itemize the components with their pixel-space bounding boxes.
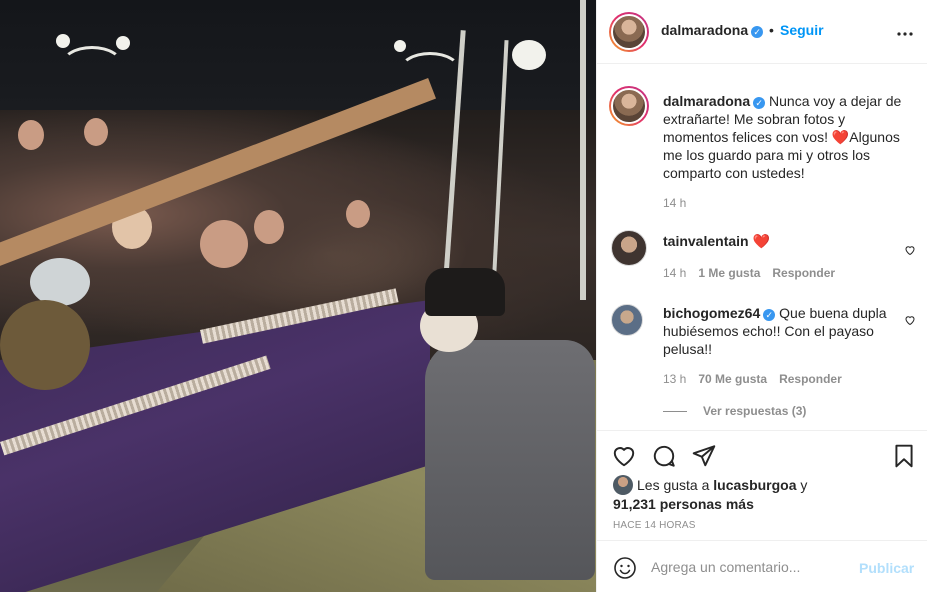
- author-name-wrap: dalmaradona ✓: [661, 22, 764, 40]
- photo-face: [84, 118, 108, 146]
- liker-avatar[interactable]: [613, 475, 633, 495]
- follow-button[interactable]: Seguir: [780, 22, 824, 38]
- comment-likes[interactable]: 70 Me gusta: [698, 372, 767, 386]
- verified-icon: ✓: [763, 309, 776, 321]
- caption: dalmaradona ✓ Nunca voy a dejar de extrañ…: [663, 92, 913, 182]
- separator-dot: •: [769, 22, 774, 38]
- heart-icon[interactable]: [611, 443, 637, 469]
- photo-clown-hat: [425, 268, 505, 316]
- replies-line: [663, 411, 687, 413]
- comment-meta: 14 h 1 Me gusta Responder: [663, 266, 835, 280]
- likes-count[interactable]: 91,231 personas más: [613, 496, 754, 512]
- photo-light: [116, 36, 130, 50]
- likes-prefix: Les gusta a: [637, 477, 710, 493]
- post-photo[interactable]: [0, 0, 596, 592]
- more-horizontal-icon[interactable]: [897, 20, 913, 41]
- photo-arc: [60, 46, 124, 86]
- comment-username[interactable]: bichogomez64: [663, 305, 760, 321]
- post-time-ago[interactable]: HACE 14 HORAS: [613, 520, 696, 531]
- publish-button[interactable]: Publicar: [859, 560, 914, 576]
- view-replies-button[interactable]: Ver respuestas (3): [663, 404, 806, 418]
- likes-connector: y: [800, 477, 808, 493]
- bookmark-icon[interactable]: [891, 443, 917, 469]
- comment-time[interactable]: 14 h: [663, 266, 686, 280]
- likes-summary: Les gusta a lucasburgoa y 91,231 persona…: [613, 475, 807, 513]
- verified-icon: ✓: [753, 97, 766, 109]
- comment-avatar[interactable]: [611, 304, 643, 336]
- photo-light: [56, 34, 70, 48]
- comment-username[interactable]: tainvalentain: [663, 233, 749, 249]
- photo-clown-body: [425, 340, 595, 580]
- heart-icon[interactable]: [904, 314, 916, 326]
- post-side-panel: dalmaradona ✓ • Seguir dalmaradona ✓ Nunca…: [596, 0, 927, 592]
- reply-button[interactable]: Responder: [779, 372, 842, 386]
- emoji-icon[interactable]: [613, 556, 637, 580]
- share-icon[interactable]: [691, 443, 717, 469]
- author-avatar[interactable]: [609, 12, 649, 52]
- comment-input[interactable]: [651, 555, 851, 579]
- photo-face: [254, 210, 284, 244]
- comment-text: ❤️: [752, 233, 770, 249]
- author-username[interactable]: dalmaradona: [661, 22, 748, 38]
- photo-light: [394, 40, 406, 52]
- photo-light: [512, 40, 546, 70]
- verified-icon: ✓: [751, 26, 764, 38]
- photo-face: [346, 200, 370, 228]
- comment-meta: 13 h 70 Me gusta Responder: [663, 372, 842, 386]
- reply-button[interactable]: Responder: [772, 266, 835, 280]
- post-actions: Les gusta a lucasburgoa y 91,231 persona…: [597, 430, 927, 540]
- add-comment-bar: Publicar: [597, 540, 927, 592]
- caption-username[interactable]: dalmaradona: [663, 93, 750, 109]
- heart-icon[interactable]: [904, 244, 916, 256]
- comment-icon[interactable]: [651, 443, 677, 469]
- comment-item: bichogomez64 ✓ Que buena dupla hubiésemos…: [663, 304, 913, 358]
- caption-avatar[interactable]: [609, 86, 649, 126]
- comment-time[interactable]: 13 h: [663, 372, 686, 386]
- post-header: dalmaradona ✓ • Seguir: [597, 0, 927, 64]
- photo-face: [30, 258, 90, 306]
- photo-face: [18, 120, 44, 150]
- photo-face: [200, 220, 248, 268]
- comment-likes[interactable]: 1 Me gusta: [698, 266, 760, 280]
- photo-face: [0, 300, 90, 390]
- photo-pole: [580, 0, 586, 300]
- caption-time[interactable]: 14 h: [663, 196, 686, 210]
- comment-avatar[interactable]: [611, 230, 647, 266]
- comments-list[interactable]: dalmaradona ✓ Nunca voy a dejar de extrañ…: [597, 64, 927, 430]
- view-replies-label: Ver respuestas (3): [703, 404, 807, 418]
- liker-username[interactable]: lucasburgoa: [713, 477, 796, 493]
- comment-item: tainvalentain ❤️: [663, 232, 913, 250]
